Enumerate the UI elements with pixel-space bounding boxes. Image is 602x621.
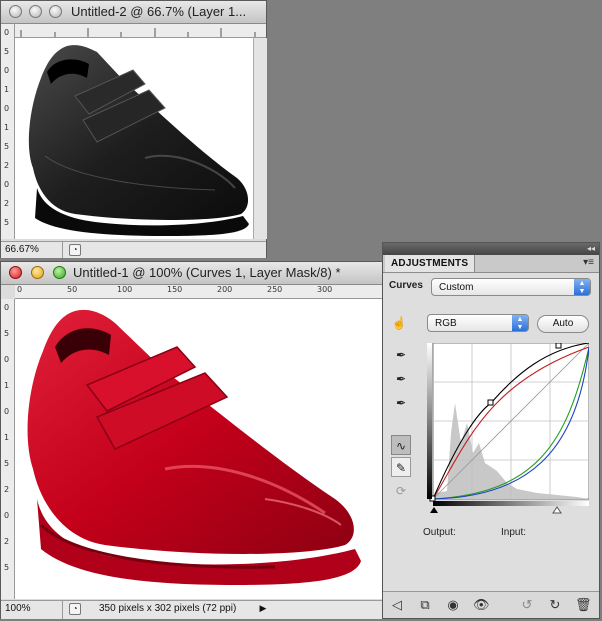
ruler-label: 0: [17, 285, 23, 294]
eyedropper-black-icon[interactable]: ✒: [391, 345, 411, 365]
title-bar[interactable]: Untitled-2 @ 66.7% (Layer 1...: [1, 1, 266, 24]
document-window-untitled-1: Untitled-1 @ 100% (Curves 1, Layer Mask/…: [0, 261, 384, 619]
ruler-label: 5: [4, 329, 10, 338]
preset-value: Custom: [439, 282, 474, 293]
eye-icon[interactable]: 👁: [473, 597, 490, 613]
ruler-label: 0: [4, 104, 10, 113]
smooth-icon[interactable]: ⟳: [391, 481, 411, 501]
auto-button[interactable]: Auto: [537, 315, 589, 333]
channel-value: RGB: [435, 318, 457, 329]
document-window-untitled-2: Untitled-2 @ 66.7% (Layer 1... 050101520…: [0, 0, 267, 258]
window-title: Untitled-2 @ 66.7% (Layer 1...: [71, 4, 247, 19]
ruler-top[interactable]: 0 50 100 150 200 250 300: [15, 285, 383, 299]
trash-icon[interactable]: 🗑: [575, 597, 592, 613]
tab-adjustments[interactable]: ADJUSTMENTS: [385, 255, 476, 272]
finger-adjust-icon[interactable]: ☝: [389, 313, 409, 333]
ruler-label: 0: [4, 66, 10, 75]
eyedropper-white-icon[interactable]: ✒: [391, 393, 411, 413]
preset-dropdown[interactable]: Custom ▲ ▼: [431, 278, 591, 296]
ruler-label: 1: [4, 85, 10, 94]
ruler-label: 2: [4, 161, 10, 170]
ruler-label: 200: [217, 285, 233, 294]
ruler-label: 2: [4, 537, 10, 546]
close-button[interactable]: [9, 266, 22, 279]
status-bar: 66.67% ◔: [1, 241, 266, 258]
zoom-field[interactable]: 100%: [1, 601, 63, 619]
ruler-label: 300: [317, 285, 333, 294]
panel-top-bar[interactable]: ◂◂: [383, 243, 599, 255]
curve-point-icon[interactable]: ∿: [391, 435, 411, 455]
ruler-label: 100: [117, 285, 133, 294]
output-label: Output:: [423, 527, 456, 538]
eyedropper-gray-icon[interactable]: ✒: [391, 369, 411, 389]
curves-graph-svg: [427, 342, 590, 514]
zoom-button[interactable]: [53, 266, 66, 279]
window-title: Untitled-1 @ 100% (Curves 1, Layer Mask/…: [73, 265, 341, 280]
adjustments-panel: ◂◂ ADJUSTMENTS ▾≡ Curves Custom ▲ ▼ ☝ RGB…: [382, 242, 600, 619]
close-button[interactable]: [9, 5, 22, 18]
curves-label: Curves: [389, 280, 423, 291]
ruler-label: 5: [4, 142, 10, 151]
ruler-label: 1: [4, 381, 10, 390]
visibility-toggle-icon[interactable]: ◉: [445, 597, 461, 613]
dropdown-arrow-icon: ▲ ▼: [512, 315, 528, 331]
collapse-icon[interactable]: ◂◂: [587, 243, 595, 255]
panel-bottom-bar: ◁ ⧉ ◉ 👁 ↺ ↻ 🗑: [383, 591, 599, 618]
canvas-red-shoe[interactable]: [15, 299, 383, 599]
channel-dropdown[interactable]: RGB ▲ ▼: [427, 314, 529, 332]
ruler-label: 0: [4, 28, 10, 37]
dropdown-arrow-icon: ▲ ▼: [574, 279, 590, 295]
ruler-label: 5: [4, 563, 10, 572]
status-menu-icon[interactable]: ◔: [69, 603, 81, 615]
ruler-label: 50: [67, 285, 78, 294]
ruler-label: 1: [4, 123, 10, 132]
ruler-label: 0: [4, 180, 10, 189]
ruler-label: 2: [4, 199, 10, 208]
ruler-label: 5: [4, 459, 10, 468]
ruler-label: 2: [4, 485, 10, 494]
minimize-button[interactable]: [29, 5, 42, 18]
ruler-label: 0: [4, 511, 10, 520]
ruler-label: 5: [4, 218, 10, 227]
zoom-field[interactable]: 66.67%: [1, 242, 63, 258]
minimize-button[interactable]: [31, 266, 44, 279]
pencil-icon[interactable]: ✎: [391, 457, 411, 477]
vertical-scrollbar[interactable]: [253, 38, 267, 239]
ruler-left[interactable]: 0 5 0 1 0 1 5 2 0 2 5: [1, 24, 15, 239]
curves-graph[interactable]: [427, 342, 590, 514]
ruler-left[interactable]: 0 5 0 1 0 1 5 2 0 2 5: [1, 299, 15, 599]
document-size-info: 350 pixels x 302 pixels (72 ppi): [99, 603, 237, 614]
status-arrow-icon[interactable]: ▶: [257, 603, 269, 615]
back-arrow-icon[interactable]: ◁: [389, 597, 405, 613]
previous-state-icon[interactable]: ↺: [519, 597, 535, 613]
zoom-button[interactable]: [49, 5, 62, 18]
title-bar[interactable]: Untitled-1 @ 100% (Curves 1, Layer Mask/…: [1, 262, 383, 285]
ruler-label: 0: [4, 407, 10, 416]
ruler-label: 1: [4, 433, 10, 442]
clip-layer-icon[interactable]: ⧉: [417, 597, 433, 613]
ruler-label: 0: [4, 303, 10, 312]
black-shoe-image: [28, 45, 249, 236]
ruler-ticks: [20, 28, 256, 37]
red-shoe-image: [27, 309, 361, 585]
reset-icon[interactable]: ↻: [547, 597, 563, 613]
input-label: Input:: [501, 527, 527, 538]
status-bar: 100% ◔ 350 pixels x 302 pixels (72 ppi) …: [1, 600, 383, 619]
ruler-label: 250: [267, 285, 283, 294]
panel-menu-icon[interactable]: ▾≡: [583, 257, 594, 268]
panel-tab-row: ADJUSTMENTS ▾≡: [383, 255, 599, 273]
ruler-label: 5: [4, 47, 10, 56]
ruler-label: 150: [167, 285, 183, 294]
ruler-top[interactable]: [15, 24, 266, 38]
canvas-black-shoe[interactable]: [15, 38, 253, 239]
ruler-label: 0: [4, 355, 10, 364]
status-menu-icon[interactable]: ◔: [69, 244, 81, 256]
